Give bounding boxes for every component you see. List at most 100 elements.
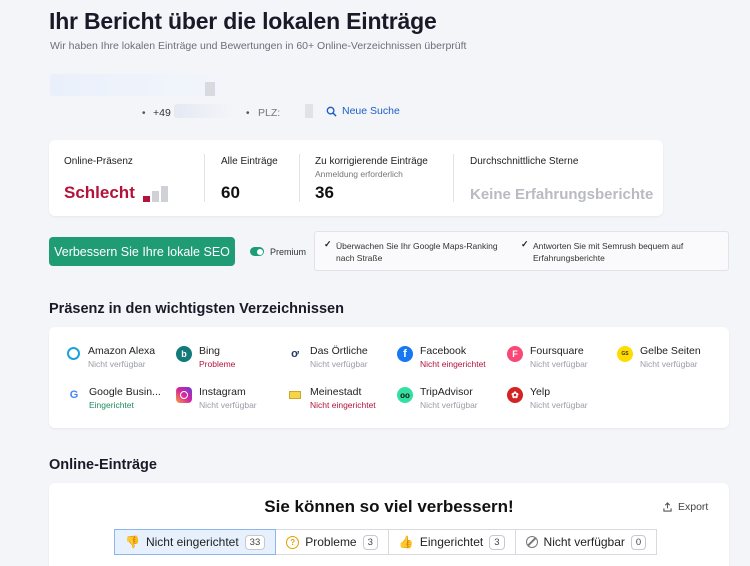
directory-status: Nicht verfügbar (310, 359, 368, 369)
new-search-link[interactable]: Neue Suche (326, 105, 400, 117)
plz-redacted (305, 104, 313, 118)
directory-name: TripAdvisor (420, 386, 473, 398)
directory-item-instagram[interactable]: Instagram Nicht verfügbar (176, 386, 257, 410)
directory-status: Eingerichtet (89, 400, 134, 410)
tab-count: 0 (630, 534, 647, 550)
thumbs-down-icon: 👎 (125, 535, 140, 549)
directory-name: Google Busin... (89, 386, 161, 398)
avg-stars-value: Keine Erfahrungsberichte (470, 186, 654, 203)
directory-item-tripadvisor[interactable]: oo TripAdvisor Nicht verfügbar (397, 386, 478, 410)
bing-icon: b (176, 346, 192, 362)
das-oertliche-icon: ơ (287, 346, 303, 362)
meinestadt-icon (287, 387, 303, 403)
directories-card: Amazon Alexa Nicht verfügbar b Bing Proble… (49, 327, 729, 428)
premium-toggle[interactable] (250, 247, 264, 256)
directory-name: Foursquare (530, 345, 584, 357)
bullet-separator: • (142, 108, 146, 119)
directory-status: Nicht eingerichtet (420, 359, 486, 369)
tab-eingerichtet[interactable]: 👍 Eingerichtet 3 (387, 529, 516, 555)
new-search-label: Neue Suche (342, 105, 400, 117)
divider (204, 154, 205, 202)
stats-card: Online-Präsenz Schlecht Alle Einträge 60… (49, 140, 663, 216)
premium-features: ✓ Überwachen Sie Ihr Google Maps-Ranking… (314, 231, 729, 271)
unavailable-icon (525, 536, 538, 548)
directory-name: Amazon Alexa (88, 345, 156, 357)
alexa-icon (67, 347, 80, 360)
divider (299, 154, 300, 202)
google-icon: G (66, 387, 82, 403)
tab-nicht-verfuegbar[interactable]: Nicht verfügbar 0 (514, 529, 658, 555)
directory-item-google-business[interactable]: G Google Busin... Eingerichtet (66, 386, 161, 410)
improve-headline: Sie können so viel verbessern! (264, 497, 514, 516)
directory-status: Nicht verfügbar (530, 359, 588, 369)
fix-entries-label: Zu korrigierende Einträge (315, 156, 428, 167)
fix-entries-value: 36 (315, 183, 334, 202)
all-entries-label: Alle Einträge (221, 156, 278, 167)
status-tabs: 👎 Nicht eingerichtet 33 ? Probleme 3 👍 E… (114, 529, 658, 555)
directory-item-meinestadt[interactable]: Meinestadt Nicht eingerichtet (287, 386, 376, 410)
improve-seo-button[interactable]: Verbessern Sie Ihre lokale SEO (49, 237, 235, 266)
gelbe-seiten-icon: GS (617, 346, 633, 362)
directory-item-yelp[interactable]: ✿ Yelp Nicht verfügbar (507, 386, 588, 410)
divider (453, 154, 454, 202)
presence-value: Schlecht (64, 183, 135, 202)
directory-name: Meinestadt (310, 386, 362, 398)
tab-probleme[interactable]: ? Probleme 3 (275, 529, 389, 555)
directory-status: Nicht eingerichtet (310, 400, 376, 410)
tab-label: Nicht eingerichtet (145, 535, 239, 549)
feature-maps-ranking: Überwachen Sie Ihr Google Maps-Ranking n… (336, 241, 498, 263)
directory-name: Facebook (420, 345, 467, 357)
directory-name: Yelp (530, 386, 551, 398)
fix-entries-sub: Anmeldung erforderlich (315, 169, 403, 179)
redacted-block (205, 82, 215, 96)
phone-number: +49 (153, 107, 171, 119)
export-button[interactable]: Export (663, 501, 708, 513)
directory-item-amazon-alexa[interactable]: Amazon Alexa Nicht verfügbar (66, 345, 155, 369)
tripadvisor-icon: oo (397, 387, 413, 403)
directory-status: Nicht verfügbar (640, 359, 698, 369)
all-entries-value: 60 (221, 183, 240, 202)
directories-heading: Präsenz in den wichtigsten Verzeichnisse… (49, 301, 344, 317)
thumbs-up-icon: 👍 (398, 535, 414, 549)
directory-item-das-oertliche[interactable]: ơ Das Örtliche Nicht verfügbar (287, 345, 368, 369)
check-icon: ✓ (324, 239, 332, 249)
directory-name: Das Örtliche (310, 345, 368, 357)
yelp-icon: ✿ (507, 387, 523, 403)
search-icon (326, 106, 337, 117)
directory-status: Nicht verfügbar (420, 400, 478, 410)
instagram-icon (176, 387, 192, 403)
directory-name: Bing (199, 345, 221, 357)
tab-nicht-eingerichtet[interactable]: 👎 Nicht eingerichtet 33 (114, 529, 277, 555)
page-title: Ihr Bericht über die lokalen Einträge (49, 8, 437, 34)
bullet-separator: • (246, 108, 250, 119)
directory-item-gelbe-seiten[interactable]: GS Gelbe Seiten Nicht verfügbar (617, 345, 701, 369)
directory-item-facebook[interactable]: f Facebook Nicht eingerichtet (397, 345, 486, 369)
plz-label: PLZ: (258, 107, 281, 119)
directory-item-bing[interactable]: b Bing Probleme (176, 345, 235, 369)
phone-redacted (174, 104, 234, 118)
presence-label: Online-Präsenz (64, 156, 133, 167)
feature-reviews: Antworten Sie mit Semrush bequem auf Erf… (533, 241, 684, 263)
facebook-icon: f (397, 346, 413, 362)
question-icon: ? (286, 535, 300, 549)
tab-label: Nicht verfügbar (543, 535, 625, 549)
directory-item-foursquare[interactable]: F Foursquare Nicht verfügbar (507, 345, 588, 369)
directory-status: Nicht verfügbar (88, 359, 146, 369)
online-entries-heading: Online-Einträge (49, 457, 157, 473)
business-name-redacted (50, 74, 220, 96)
tab-label: Probleme (305, 535, 357, 549)
tab-count: 3 (489, 534, 505, 550)
premium-label: Premium (270, 247, 307, 257)
tab-label: Eingerichtet (419, 535, 484, 549)
page-subtitle: Wir haben Ihre lokalen Einträge und Bewe… (50, 40, 467, 52)
directory-name: Gelbe Seiten (640, 345, 701, 357)
check-icon: ✓ (521, 239, 529, 249)
signal-bars-icon (143, 186, 168, 202)
foursquare-icon: F (507, 346, 523, 362)
directory-name: Instagram (199, 386, 246, 398)
directory-status: Nicht verfügbar (199, 400, 257, 410)
directory-status: Probleme (199, 359, 236, 369)
tab-count: 3 (362, 534, 378, 550)
tab-count: 33 (244, 534, 266, 550)
directory-status: Nicht verfügbar (530, 400, 588, 410)
